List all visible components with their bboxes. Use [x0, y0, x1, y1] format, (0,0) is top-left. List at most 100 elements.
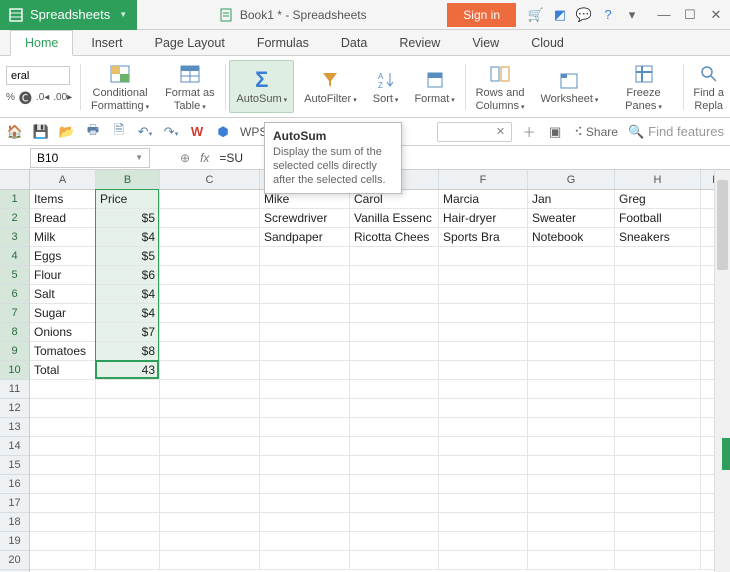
row-header[interactable]: 6: [0, 285, 29, 304]
maximize-button[interactable]: ☐: [682, 7, 698, 23]
cell[interactable]: [528, 551, 615, 570]
cell[interactable]: [615, 532, 701, 551]
column-header[interactable]: F: [439, 170, 528, 189]
cell[interactable]: [615, 380, 701, 399]
cell[interactable]: Hair-dryer: [439, 209, 528, 228]
cell[interactable]: [528, 513, 615, 532]
cell[interactable]: Notebook: [528, 228, 615, 247]
undo-icon[interactable]: ↶▾: [136, 124, 154, 140]
tab-view[interactable]: View: [458, 31, 513, 55]
cell[interactable]: [615, 266, 701, 285]
open-icon[interactable]: 📂: [58, 124, 76, 140]
cell[interactable]: [160, 209, 260, 228]
freeze-panes-button[interactable]: Freeze Panes▾: [608, 60, 678, 113]
row-header[interactable]: 18: [0, 513, 29, 532]
column-header[interactable]: G: [528, 170, 615, 189]
sort-button[interactable]: AZ Sort▾: [367, 60, 405, 113]
cell[interactable]: Items: [30, 190, 96, 209]
cell[interactable]: [160, 228, 260, 247]
cell[interactable]: [350, 532, 439, 551]
cell[interactable]: [350, 342, 439, 361]
cell[interactable]: [528, 494, 615, 513]
overflow-icon[interactable]: ▾: [624, 7, 640, 23]
cell[interactable]: [160, 399, 260, 418]
row-header[interactable]: 20: [0, 551, 29, 570]
cell[interactable]: $8: [96, 342, 160, 361]
cell[interactable]: [30, 418, 96, 437]
cell[interactable]: $7: [96, 323, 160, 342]
row-header[interactable]: 12: [0, 399, 29, 418]
row-header[interactable]: 1: [0, 190, 29, 209]
print-preview-icon[interactable]: 🗎: [110, 121, 128, 143]
find-features-input[interactable]: 🔍 Find features: [628, 124, 724, 140]
row-header[interactable]: 5: [0, 266, 29, 285]
cell[interactable]: [615, 247, 701, 266]
row-header[interactable]: 19: [0, 532, 29, 551]
cell[interactable]: 43: [96, 361, 160, 380]
cell[interactable]: [439, 266, 528, 285]
row-header[interactable]: 15: [0, 456, 29, 475]
cell[interactable]: [528, 456, 615, 475]
cell[interactable]: [350, 475, 439, 494]
cell[interactable]: [160, 361, 260, 380]
cell[interactable]: [96, 551, 160, 570]
minimize-button[interactable]: —: [656, 7, 672, 23]
wps-logo-icon[interactable]: W: [188, 124, 206, 139]
app-menu[interactable]: Spreadsheets ▼: [0, 0, 137, 30]
cell[interactable]: [615, 418, 701, 437]
cell[interactable]: [615, 551, 701, 570]
sheet-tab[interactable]: ✕: [437, 122, 512, 142]
worksheet-button[interactable]: Worksheet▾: [535, 60, 605, 113]
cell[interactable]: [439, 285, 528, 304]
column-header[interactable]: A: [30, 170, 96, 189]
cell[interactable]: [439, 399, 528, 418]
cell[interactable]: [615, 494, 701, 513]
add-sheet-icon[interactable]: ＋: [520, 122, 538, 141]
cell[interactable]: [260, 342, 350, 361]
cell[interactable]: [260, 437, 350, 456]
conditional-formatting-button[interactable]: Conditional Formatting▾: [85, 60, 155, 113]
cell[interactable]: [528, 380, 615, 399]
row-header[interactable]: 4: [0, 247, 29, 266]
cell[interactable]: [160, 551, 260, 570]
cell[interactable]: [96, 513, 160, 532]
increase-decimal-button[interactable]: .0◂: [36, 92, 49, 103]
cell[interactable]: [528, 532, 615, 551]
cell[interactable]: [350, 399, 439, 418]
cell[interactable]: [160, 475, 260, 494]
cell[interactable]: [30, 513, 96, 532]
cell[interactable]: $4: [96, 304, 160, 323]
cell[interactable]: [350, 361, 439, 380]
cell[interactable]: [96, 494, 160, 513]
cell[interactable]: Flour: [30, 266, 96, 285]
cell[interactable]: [615, 399, 701, 418]
cell[interactable]: [260, 551, 350, 570]
fx-icon[interactable]: fx: [200, 151, 209, 165]
cell[interactable]: [615, 456, 701, 475]
row-header[interactable]: 16: [0, 475, 29, 494]
cell[interactable]: Total: [30, 361, 96, 380]
format-button[interactable]: Format▾: [408, 60, 460, 113]
side-handle[interactable]: [722, 438, 730, 470]
cell[interactable]: [30, 399, 96, 418]
cell[interactable]: [615, 361, 701, 380]
cell[interactable]: Price: [96, 190, 160, 209]
cell[interactable]: [528, 342, 615, 361]
column-header[interactable]: B: [96, 170, 160, 189]
cell[interactable]: Eggs: [30, 247, 96, 266]
cell[interactable]: [528, 323, 615, 342]
cell[interactable]: [350, 494, 439, 513]
cell[interactable]: Screwdriver: [260, 209, 350, 228]
cell[interactable]: [260, 399, 350, 418]
vertical-scrollbar[interactable]: [714, 170, 730, 572]
autosum-button[interactable]: Σ AutoSum▾: [229, 60, 294, 113]
cell[interactable]: Sports Bra: [439, 228, 528, 247]
cell[interactable]: [160, 266, 260, 285]
name-box[interactable]: B10▼: [30, 148, 150, 168]
cell[interactable]: [528, 304, 615, 323]
cell[interactable]: [439, 437, 528, 456]
cell[interactable]: $4: [96, 228, 160, 247]
cell[interactable]: [30, 551, 96, 570]
cell[interactable]: Football: [615, 209, 701, 228]
user-icon[interactable]: ◩: [552, 7, 568, 23]
